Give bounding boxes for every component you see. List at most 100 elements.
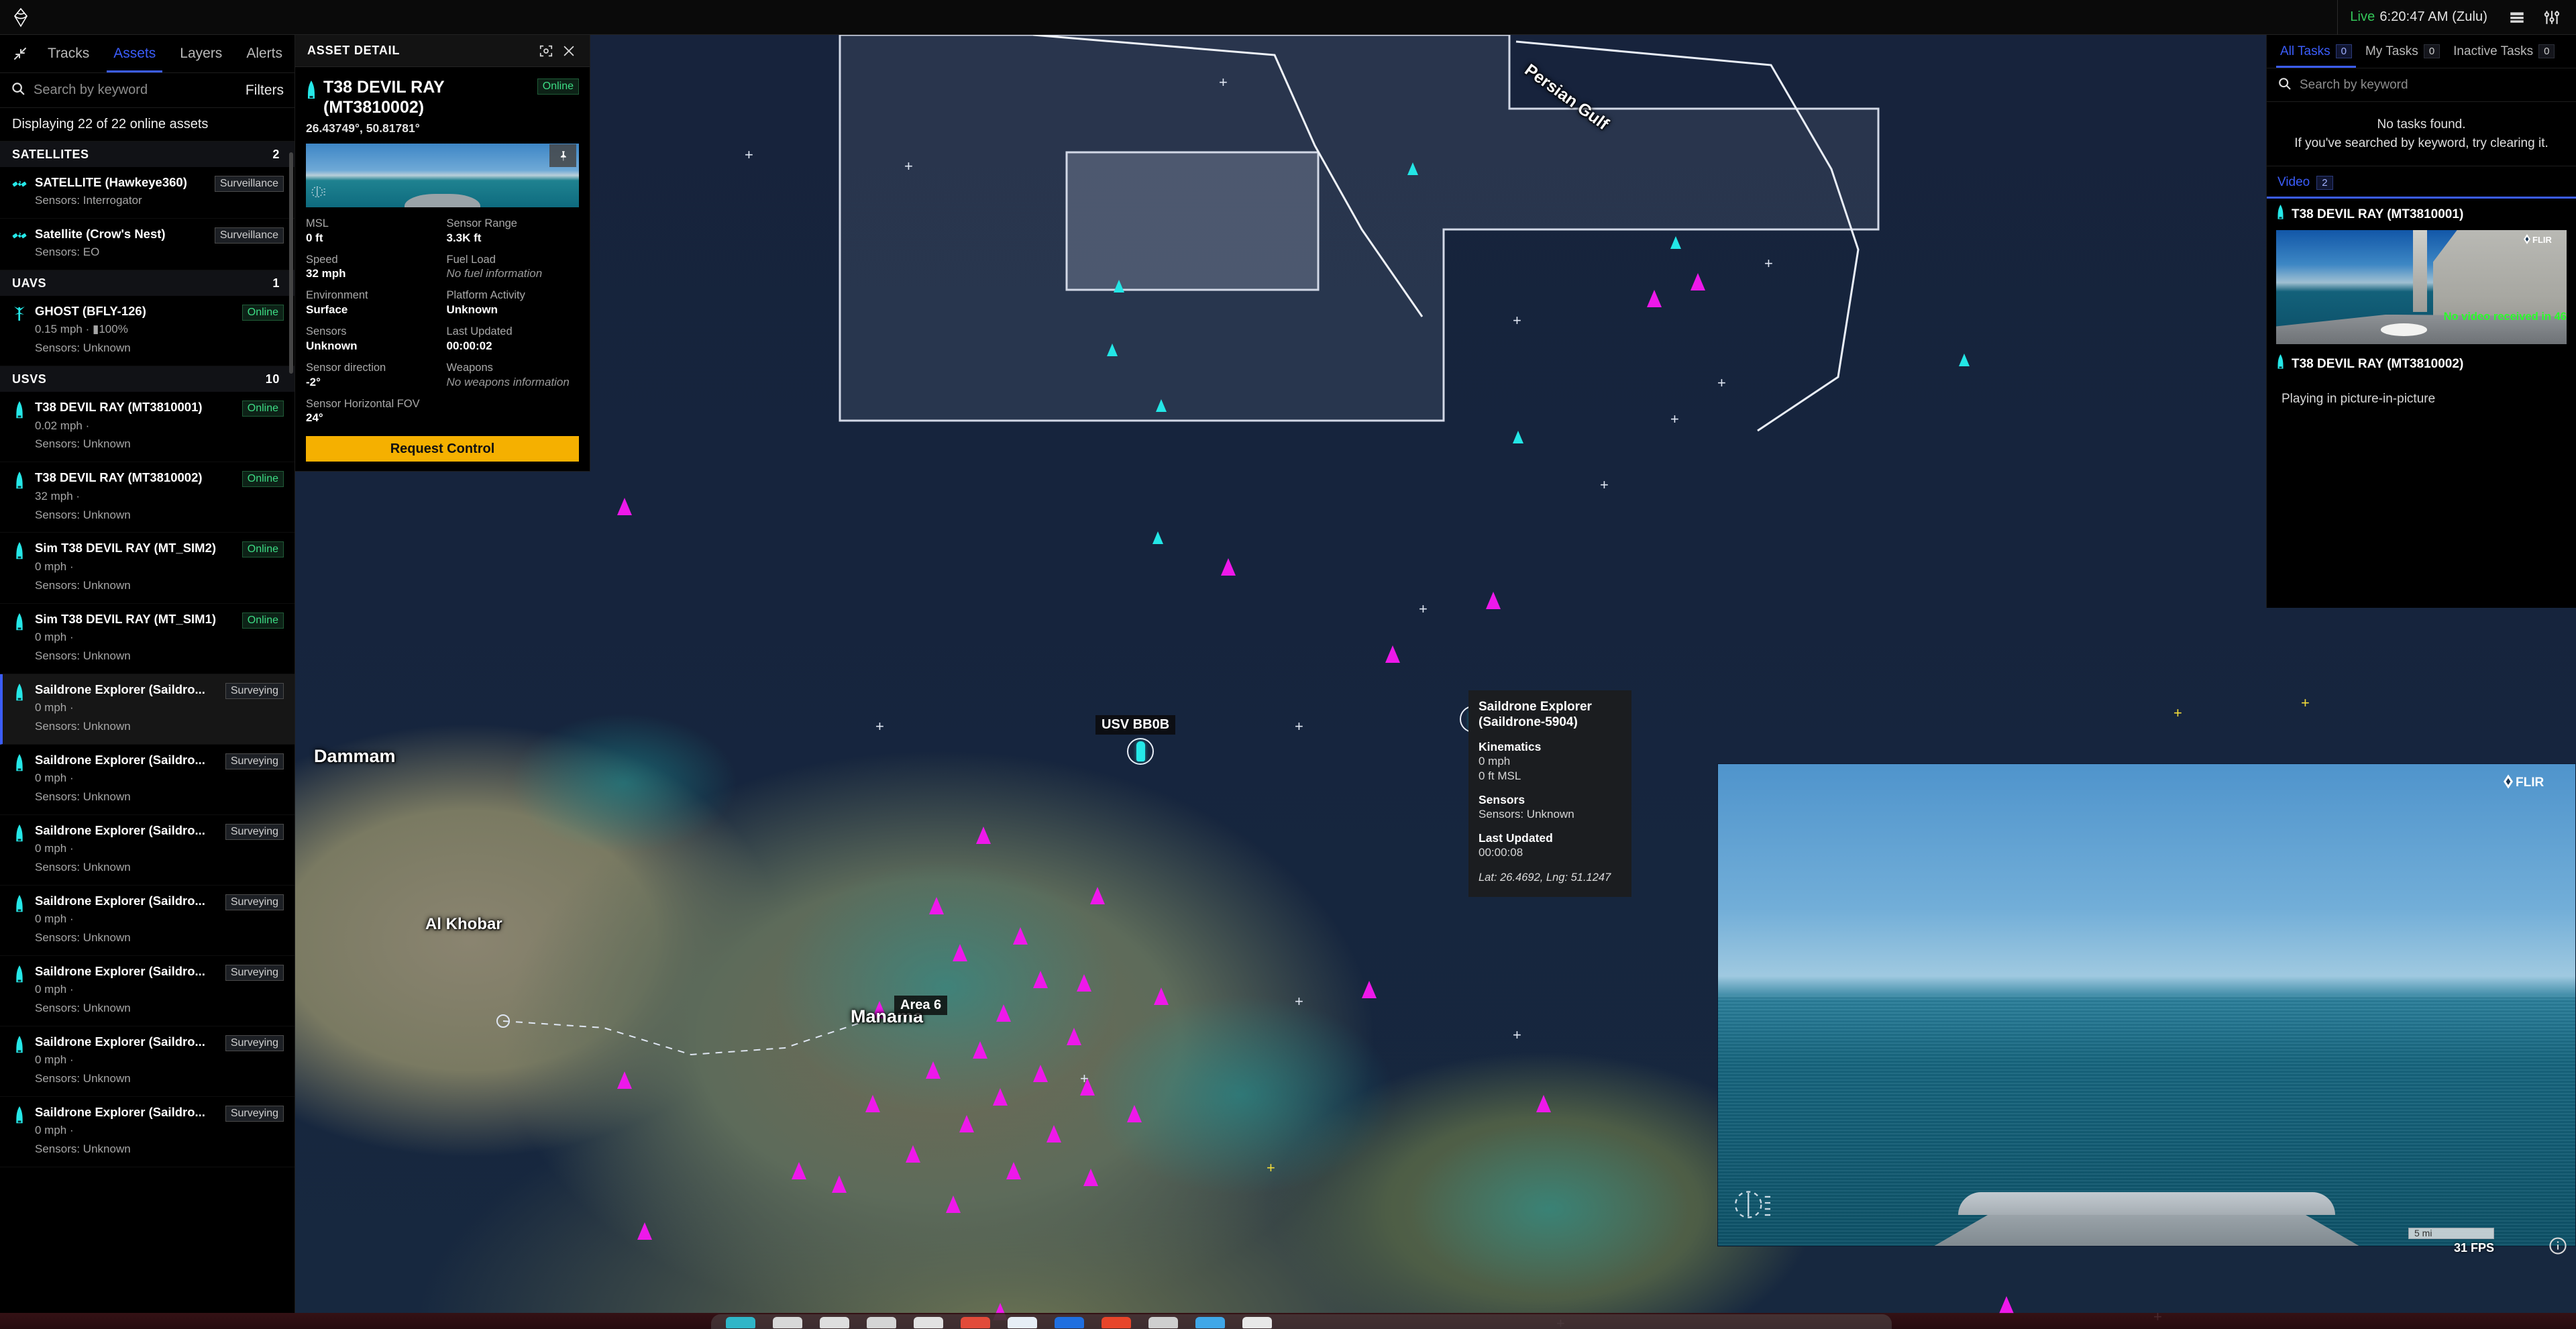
usv-map-icon[interactable]: [1136, 741, 1145, 761]
asset-group-header[interactable]: UAVS 1: [0, 270, 294, 297]
asset-detail-field: Platform Activity Unknown: [447, 288, 580, 317]
field-value: Unknown: [306, 339, 358, 352]
video-feed-1[interactable]: FLIR No video received in 46: [2276, 230, 2567, 344]
asset-group-header[interactable]: SATELLITES 2: [0, 142, 294, 167]
contact-marker: [617, 1071, 632, 1089]
asset-detail-field: Sensor Horizontal FOV 24°: [306, 397, 439, 426]
asset-detail-field: Last Updated 00:00:02: [447, 325, 580, 354]
contact-marker: [993, 1088, 1008, 1106]
asset-item-badge: Surveillance: [214, 227, 284, 244]
top-bar-right: Live 6:20:47 AM (Zulu): [2337, 0, 2576, 35]
asset-list-item[interactable]: Sim T38 DEVIL RAY (MT_SIM2) 0 mph · Sensor…: [0, 533, 294, 604]
tab-count: 0: [2423, 44, 2440, 58]
asset-list-item[interactable]: Saildrone Explorer (Saildro... 0 mph · Sen…: [0, 886, 294, 956]
search-icon: [2277, 76, 2292, 94]
asset-list-item[interactable]: Satellite (Crow's Nest) Sensors: EO Survei…: [0, 219, 294, 271]
empty-line-2: If you've searched by keyword, try clear…: [2294, 136, 2548, 150]
asset-list-item[interactable]: T38 DEVIL RAY (MT3810002) 32 mph · Sensors…: [0, 462, 294, 533]
dock-app-icon[interactable]: [914, 1317, 943, 1328]
dock-app-icon[interactable]: [1195, 1317, 1225, 1328]
asset-item-badge: Surveying: [225, 753, 284, 769]
task-search-row[interactable]: Search by keyword: [2267, 68, 2576, 102]
tab-assets[interactable]: Assets: [101, 35, 168, 72]
asset-list-item[interactable]: Saildrone Explorer (Saildro... 0 mph · Sen…: [0, 1097, 294, 1167]
locate-target-icon[interactable]: [535, 40, 557, 62]
task-search-input[interactable]: Search by keyword: [2300, 78, 2408, 93]
collapse-panel-icon[interactable]: [4, 35, 36, 72]
request-control-button[interactable]: Request Control: [306, 436, 579, 462]
map-chip-usv-bb0b[interactable]: USV BB0B: [1095, 715, 1176, 735]
dock-app-icon[interactable]: [1008, 1317, 1037, 1328]
settings-sliders-icon[interactable]: [2534, 0, 2569, 35]
pin-icon[interactable]: [549, 144, 576, 167]
asset-list-item[interactable]: GHOST (BFLY-126) 0.15 mph · ▮100% Sensors:…: [0, 296, 294, 367]
popup-section-kinematics: Kinematics 0 mph 0 ft MSL: [1479, 740, 1621, 784]
tab-tracks[interactable]: Tracks: [36, 35, 101, 72]
pip-status-text: Playing in picture-in-picture: [2282, 392, 2436, 406]
asset-list-item[interactable]: Saildrone Explorer (Saildro... 0 mph · Sen…: [0, 815, 294, 886]
ship-mast: [2412, 230, 2428, 313]
asset-list-item[interactable]: SATELLITE (Hawkeye360) Sensors: Interroga…: [0, 167, 294, 219]
tab-label: Inactive Tasks: [2453, 44, 2534, 58]
tab-my-tasks[interactable]: My Tasks 0: [2360, 35, 2445, 68]
close-icon[interactable]: [557, 40, 580, 62]
asset-group-header[interactable]: USVS 10: [0, 366, 294, 392]
contact-marker: [872, 1001, 887, 1018]
dock-app-icon[interactable]: [1242, 1317, 1272, 1328]
tab-layers[interactable]: Layers: [168, 35, 234, 72]
tab-video[interactable]: Video 2: [2267, 166, 2576, 199]
asset-count-status: Displaying 22 of 22 online assets: [0, 108, 294, 142]
map-chip-area-6[interactable]: Area 6: [894, 996, 948, 1015]
dock-app-icon[interactable]: [773, 1317, 802, 1328]
sidebar-scrollbar[interactable]: [289, 152, 293, 374]
map-asset-popup[interactable]: Saildrone Explorer (Saildrone-5904) Kine…: [1468, 690, 1631, 898]
popup-section-heading: Sensors: [1479, 792, 1525, 806]
asset-list[interactable]: SATELLITES 2 SATELLITE (Hawkeye360) Sensors…: [0, 142, 294, 1313]
asset-list-item[interactable]: Saildrone Explorer (Saildro... 0 mph · Sen…: [0, 745, 294, 815]
contact-marker: [959, 1115, 974, 1132]
contact-marker: [926, 1061, 941, 1079]
asset-search-row[interactable]: Search by keyword Filters: [0, 73, 294, 108]
dock-app-icon[interactable]: [1148, 1317, 1178, 1328]
tab-all-tasks[interactable]: All Tasks 0: [2275, 35, 2357, 68]
geofence-polygon: [839, 34, 1880, 422]
dock-app-icon[interactable]: [867, 1317, 896, 1328]
dock-app-icon[interactable]: [1102, 1317, 1131, 1328]
picture-in-picture-video[interactable]: FLIR: [1717, 763, 2576, 1246]
asset-list-item[interactable]: Sim T38 DEVIL RAY (MT_SIM1) 0 mph · Sensor…: [0, 604, 294, 674]
asset-list-item[interactable]: Saildrone Explorer (Saildro... 0 mph · Sen…: [0, 674, 294, 745]
tab-alerts[interactable]: Alerts: [234, 35, 294, 72]
friendly-marker: [1959, 354, 1970, 366]
field-value: No fuel information: [446, 267, 543, 280]
waypoint-marker: +: [1295, 718, 1303, 735]
field-label: Weapons: [446, 361, 493, 374]
info-icon[interactable]: [2548, 1236, 2568, 1259]
field-label: MSL: [306, 217, 329, 229]
dock-app-icon[interactable]: [1055, 1317, 1084, 1328]
dock-app-icon[interactable]: [726, 1317, 755, 1328]
dock-app-icon[interactable]: [820, 1317, 849, 1328]
contact-marker: [792, 1162, 806, 1179]
asset-list-item[interactable]: T38 DEVIL RAY (MT3810001) 0.02 mph · Senso…: [0, 392, 294, 463]
asset-list-item[interactable]: Saildrone Explorer (Saildro... 0 mph · Sen…: [0, 1026, 294, 1097]
asset-item-title: T38 DEVIL RAY (MT3810001): [35, 400, 203, 415]
field-label: Sensors: [306, 325, 347, 338]
tab-count: 2: [2316, 175, 2333, 190]
shallow-water: [1409, 1122, 1690, 1296]
app-logo[interactable]: [0, 0, 295, 35]
search-input[interactable]: Search by keyword: [34, 83, 237, 98]
asset-track-line: [832, 28, 1959, 458]
list-view-icon[interactable]: [2500, 0, 2534, 35]
video-item-header[interactable]: T38 DEVIL RAY (MT3810001): [2267, 199, 2576, 230]
filters-button[interactable]: Filters: [246, 83, 284, 99]
video-item-header[interactable]: T38 DEVIL RAY (MT3810002): [2267, 348, 2576, 380]
asset-detail-body: T38 DEVIL RAY (MT3810002) Online 26.4374…: [295, 67, 590, 471]
asset-list-item[interactable]: Saildrone Explorer (Saildro... 0 mph · Sen…: [0, 956, 294, 1026]
asset-detail-video-thumbnail[interactable]: [306, 144, 579, 207]
waypoint-marker: +: [1717, 374, 1726, 391]
live-clock[interactable]: Live 6:20:47 AM (Zulu): [2337, 0, 2500, 35]
shallow-water: [771, 860, 1120, 1115]
asset-detail-fields: MSL 0 ft Sensor Range 3.3K ft Speed 32 mph Fue…: [306, 217, 579, 425]
tab-inactive-tasks[interactable]: Inactive Tasks 0: [2448, 35, 2560, 68]
dock-app-icon[interactable]: [961, 1317, 990, 1328]
